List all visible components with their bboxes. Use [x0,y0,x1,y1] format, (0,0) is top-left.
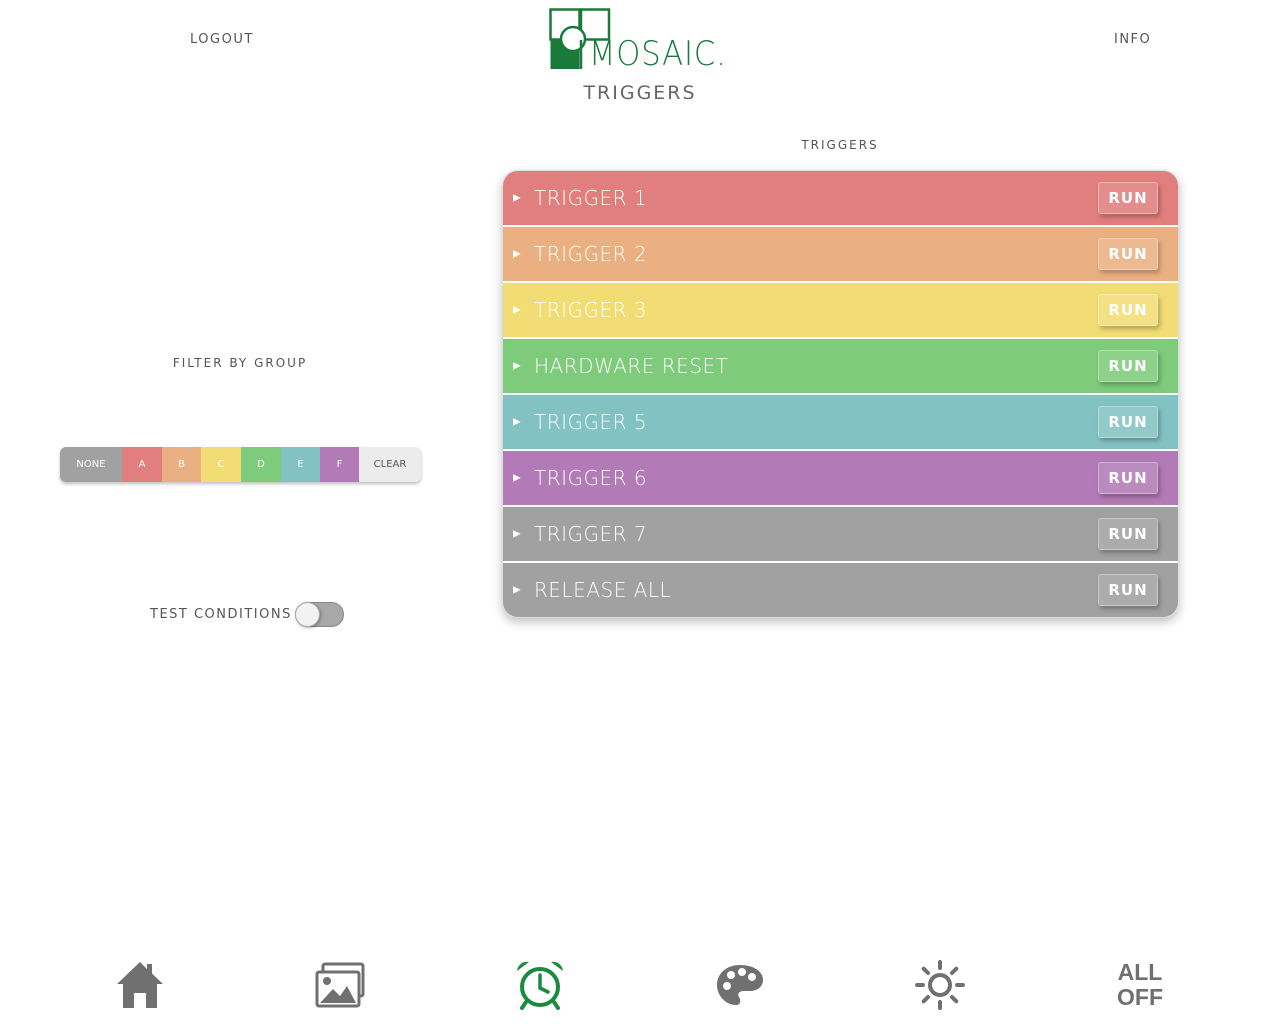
trigger-label: TRIGGER 2 [534,242,648,266]
alarm-clock-icon [517,961,563,1010]
expand-caret-icon[interactable]: ▶ [513,361,521,372]
triggers-page: LOGOUT MOSAIC. TRIGGERS INFO TRIGGERS ▶ … [0,0,1280,1024]
logo-wordmark: MOSAIC. [589,34,727,74]
trigger-label: TRIGGER 6 [534,466,648,490]
palette-icon [717,965,763,1005]
nav-palette-button[interactable] [710,955,770,1015]
nav-brightness-button[interactable] [910,955,970,1015]
trigger-row[interactable]: ▶ HARDWARE RESET RUN [503,339,1178,395]
run-button[interactable]: RUN [1098,294,1158,326]
trigger-row[interactable]: ▶ TRIGGER 5 RUN [503,395,1178,451]
run-button[interactable]: RUN [1098,238,1158,270]
trigger-row[interactable]: ▶ TRIGGER 7 RUN [503,507,1178,563]
trigger-label: RELEASE ALL [534,578,672,602]
sun-icon [915,960,965,1010]
run-button[interactable]: RUN [1098,518,1158,550]
trigger-label: TRIGGER 5 [534,410,648,434]
filter-group-c-button[interactable]: C [201,447,241,482]
trigger-row[interactable]: ▶ TRIGGER 6 RUN [503,451,1178,507]
expand-caret-icon[interactable]: ▶ [513,585,521,596]
test-conditions-label: TEST CONDITIONS [150,607,292,622]
expand-caret-icon[interactable]: ▶ [513,417,521,428]
image-icon [315,962,365,1008]
filter-none-button[interactable]: NONE [60,447,122,482]
page-subtitle: TRIGGERS [583,82,697,104]
all-off-label: ALL OFF [1117,960,1163,1010]
filter-group-d-button[interactable]: D [241,447,281,482]
home-icon [117,962,163,1008]
mosaic-logo: MOSAIC. [549,8,734,74]
filter-by-group-title: FILTER BY GROUP [172,356,308,370]
all-off-line2: OFF [1117,984,1163,1010]
trigger-row[interactable]: ▶ TRIGGER 1 RUN [503,171,1178,227]
run-button[interactable]: RUN [1098,350,1158,382]
info-link[interactable]: INFO [1114,32,1151,47]
trigger-label: HARDWARE RESET [534,354,729,378]
expand-caret-icon[interactable]: ▶ [513,473,521,484]
trigger-label: TRIGGER 3 [534,298,648,322]
nav-triggers-button[interactable] [510,955,570,1015]
filter-group-b-button[interactable]: B [162,447,201,482]
trigger-row[interactable]: ▶ RELEASE ALL RUN [503,563,1178,617]
trigger-label: TRIGGER 7 [534,522,648,546]
run-button[interactable]: RUN [1098,406,1158,438]
test-conditions-toggle[interactable] [295,602,344,627]
nav-home-button[interactable] [110,955,170,1015]
trigger-label: TRIGGER 1 [534,186,648,210]
expand-caret-icon[interactable]: ▶ [513,249,521,260]
logout-link[interactable]: LOGOUT [190,32,254,47]
filter-group-a-button[interactable]: A [122,447,162,482]
expand-caret-icon[interactable]: ▶ [513,193,521,204]
run-button[interactable]: RUN [1098,574,1158,606]
nav-all-off-button[interactable]: ALL OFF [1110,955,1170,1015]
expand-caret-icon[interactable]: ▶ [513,529,521,540]
expand-caret-icon[interactable]: ▶ [513,305,521,316]
filter-clear-button[interactable]: CLEAR [359,447,421,482]
trigger-row[interactable]: ▶ TRIGGER 3 RUN [503,283,1178,339]
nav-gallery-button[interactable] [310,955,370,1015]
filter-group-e-button[interactable]: E [281,447,320,482]
triggers-panel-title: TRIGGERS [801,138,879,152]
run-button[interactable]: RUN [1098,462,1158,494]
toggle-knob [295,602,320,627]
all-off-line1: ALL [1117,959,1163,985]
group-filter-bar: NONE A B C D E F CLEAR [60,447,421,482]
trigger-row[interactable]: ▶ TRIGGER 2 RUN [503,227,1178,283]
triggers-list: ▶ TRIGGER 1 RUN ▶ TRIGGER 2 RUN ▶ TRIGGE… [502,170,1179,618]
filter-group-f-button[interactable]: F [320,447,359,482]
run-button[interactable]: RUN [1098,182,1158,214]
